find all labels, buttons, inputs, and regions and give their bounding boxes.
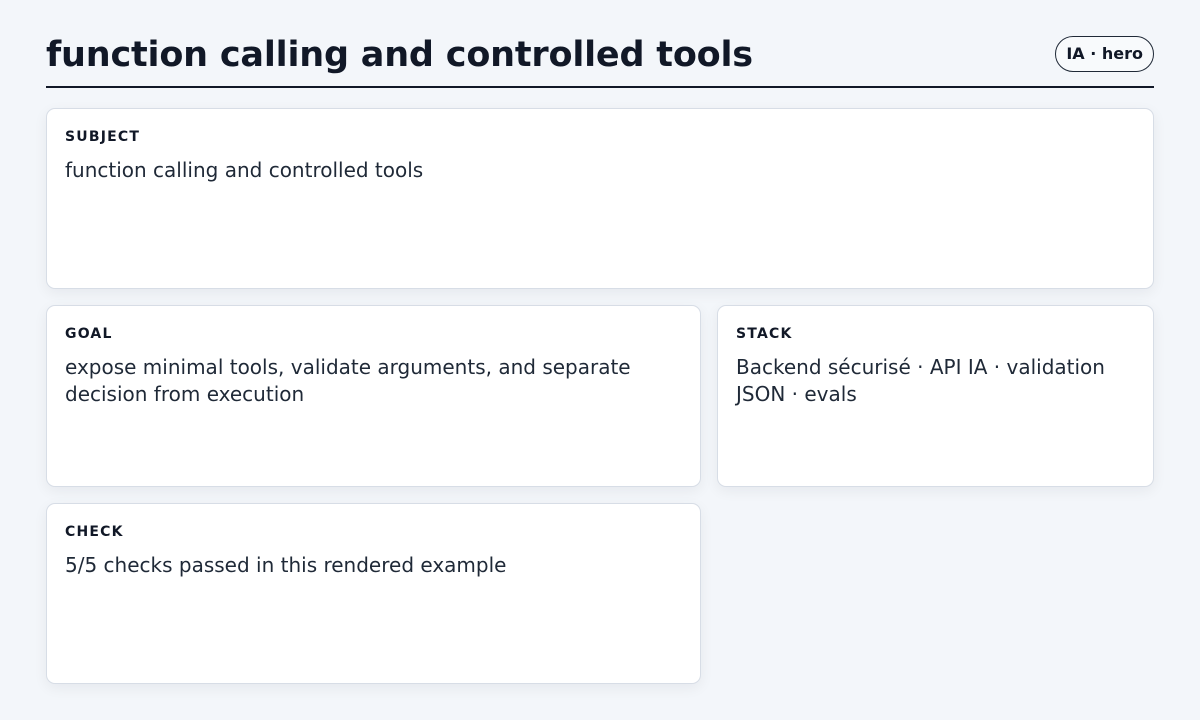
stack-card: STACK Backend sécurisé · API IA · valida… [717,305,1154,487]
goal-label: GOAL [65,326,113,342]
page-title: function calling and controlled tools [46,35,753,75]
check-label: CHECK [65,524,124,540]
page-header: function calling and controlled tools IA… [46,24,1154,88]
stack-label: STACK [736,326,793,342]
check-text: 5/5 checks passed in this rendered examp… [65,553,507,577]
category-badge: IA · hero [1055,36,1154,72]
check-card: CHECK 5/5 checks passed in this rendered… [46,503,701,684]
subject-card: SUBJECT function calling and controlled … [46,108,1154,289]
goal-card: GOAL expose minimal tools, validate argu… [46,305,701,487]
stack-text: Backend sécurisé · API IA · validation J… [736,355,1105,406]
subject-text: function calling and controlled tools [65,158,424,182]
goal-text: expose minimal tools, validate arguments… [65,355,631,406]
subject-label: SUBJECT [65,129,141,145]
